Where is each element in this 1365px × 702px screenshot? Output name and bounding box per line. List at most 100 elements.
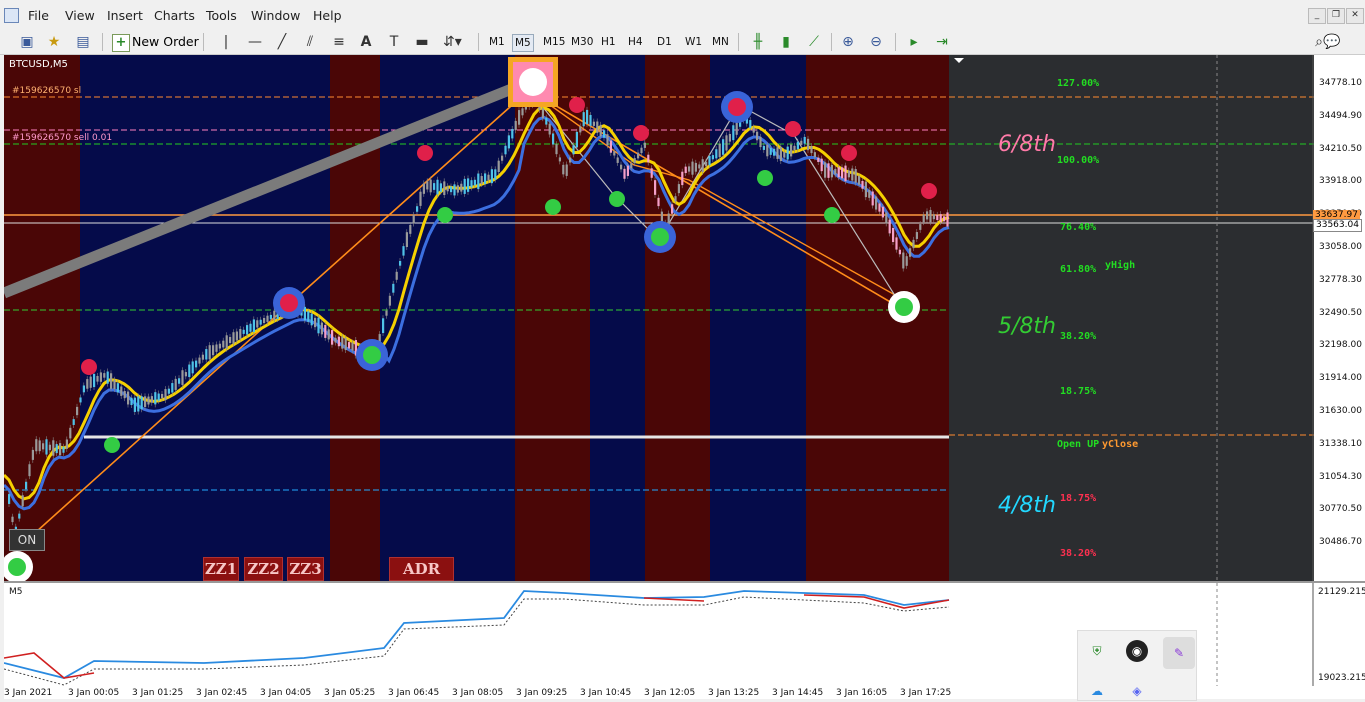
sell-label: #159626570 sell 0.01 xyxy=(12,133,113,143)
menu-file[interactable]: File xyxy=(28,8,49,23)
indicator-label: M5 xyxy=(9,587,23,597)
feather-icon[interactable]: ✎ xyxy=(1163,637,1195,669)
price-axis-label: 34778.10 xyxy=(1319,78,1362,88)
toolbar-separator xyxy=(895,33,896,51)
price-axis-label: 33918.00 xyxy=(1319,176,1362,187)
fib-label-127: 127.00% xyxy=(1057,78,1100,89)
time-axis-label: 3 Jan 01:25 xyxy=(132,688,184,698)
yhigh-label: yHigh xyxy=(1105,260,1136,271)
candlestick-icon[interactable]: ▮ xyxy=(777,33,795,51)
timeframe-w1[interactable]: W1 xyxy=(683,34,704,50)
zoom-out-icon[interactable]: ⊖ xyxy=(867,33,885,51)
new-order-label: New Order xyxy=(132,34,199,49)
eighth-6-label: 6/8th xyxy=(998,132,1056,157)
session-bands xyxy=(4,55,949,582)
timeframe-d1[interactable]: D1 xyxy=(655,34,674,50)
time-axis-label: 3 Jan 16:05 xyxy=(836,688,888,698)
navigator-icon[interactable]: ▤ xyxy=(74,33,92,51)
time-axis-label: 3 Jan 13:25 xyxy=(708,688,760,698)
toolbar-separator xyxy=(831,33,832,51)
bid-price-box: 33563.04 xyxy=(1313,219,1362,232)
price-axis-label: 32198.00 xyxy=(1319,340,1362,351)
shapes-dropdown-icon[interactable]: ⇵▾ xyxy=(443,33,462,51)
trend-line-icon[interactable]: ╱ xyxy=(273,33,291,51)
menu-view[interactable]: View xyxy=(65,8,95,23)
on-button[interactable]: ON xyxy=(9,529,45,551)
timeframe-m1[interactable]: M1 xyxy=(487,34,507,50)
menu-tools[interactable]: Tools xyxy=(206,8,237,23)
price-axis-label: 32778.30 xyxy=(1319,274,1362,285)
price-axis-label: 34210.50 xyxy=(1319,143,1362,154)
toolbar-separator xyxy=(738,33,739,51)
menu-insert[interactable]: Insert xyxy=(107,8,143,23)
toolbar-separator xyxy=(203,33,204,51)
time-axis-label: 3 Jan 00:05 xyxy=(68,688,120,698)
indicator-axis-bottom: 19023.2151 xyxy=(1318,673,1365,683)
new-chart-icon[interactable]: ▣ xyxy=(18,33,36,51)
text-label-icon[interactable]: T xyxy=(385,33,403,51)
minimize-icon[interactable]: _ xyxy=(1308,8,1326,24)
shield-icon[interactable]: ⛨ xyxy=(1086,640,1108,662)
system-tray-popup: ⛨ ◉ ✎ ☁ ◈ xyxy=(1077,630,1197,701)
time-axis-label: 3 Jan 06:45 xyxy=(388,688,440,698)
time-axis-label: 3 Jan 08:05 xyxy=(452,688,504,698)
time-axis-label: 3 Jan 09:25 xyxy=(516,688,568,698)
new-order-button[interactable]: + New Order xyxy=(110,32,201,52)
price-axis-label: 33058.00 xyxy=(1319,242,1362,252)
timeframe-h4[interactable]: H4 xyxy=(626,34,645,50)
zz1-button[interactable]: ZZ1 xyxy=(203,557,239,581)
fib-label-1875: 18.75% xyxy=(1060,386,1097,397)
indicator-axis-top: 21129.2151 xyxy=(1318,587,1365,597)
menu-help[interactable]: Help xyxy=(313,8,342,23)
menu-charts[interactable]: Charts xyxy=(154,8,195,23)
time-axis-label: 3 Jan 05:25 xyxy=(324,688,376,698)
close-icon[interactable]: ✕ xyxy=(1346,8,1364,24)
time-axis-label: 3 Jan 2021 xyxy=(4,688,53,698)
price-axis-label: 31914.00 xyxy=(1319,373,1362,384)
zoom-in-icon[interactable]: ⊕ xyxy=(839,33,857,51)
price-axis-label: 34494.90 xyxy=(1319,110,1362,121)
fibonacci-icon[interactable]: ≡ xyxy=(330,33,348,51)
eighth-5-label: 5/8th xyxy=(998,314,1056,339)
toolbar-separator xyxy=(478,33,479,51)
time-axis-label: 3 Jan 12:05 xyxy=(644,688,696,698)
chat-icon[interactable]: 💬 xyxy=(1323,33,1341,51)
timeframe-mn[interactable]: MN xyxy=(710,34,731,50)
timeframe-m30[interactable]: M30 xyxy=(569,34,595,50)
price-axis-label: 32490.50 xyxy=(1319,307,1362,318)
auto-scroll-icon[interactable]: ▸ xyxy=(905,33,923,51)
price-axis-label: 31630.00 xyxy=(1319,406,1362,416)
peak-marker-dot xyxy=(519,68,547,96)
price-chart[interactable] xyxy=(4,55,1314,582)
cursor-line-icon[interactable]: | xyxy=(217,33,235,51)
line-chart-icon[interactable]: ⟋ xyxy=(805,33,823,51)
fib-label-neg-1875: 18.75% xyxy=(1060,493,1097,504)
horizontal-line-icon[interactable]: — xyxy=(246,33,264,51)
time-axis-label: 3 Jan 04:05 xyxy=(260,688,312,698)
toolbar: ▣ ★ ▤ + New Order | — ╱ ⫽ ≡ A T ▬ ⇵▾ M1 … xyxy=(0,30,1365,79)
restore-icon[interactable]: ❐ xyxy=(1327,8,1345,24)
price-axis-label: 31338.10 xyxy=(1319,438,1362,449)
zz3-button[interactable]: ZZ3 xyxy=(287,557,324,581)
timeframe-h1[interactable]: H1 xyxy=(599,34,618,50)
text-icon[interactable]: A xyxy=(357,33,375,51)
app-tray-icon[interactable]: ◉ xyxy=(1126,640,1148,662)
time-axis-label: 3 Jan 17:25 xyxy=(900,688,952,698)
adr-d1-button[interactable]: ADR D1 xyxy=(389,557,454,600)
profiles-icon[interactable]: ★ xyxy=(45,33,63,51)
timeframe-m15[interactable]: M15 xyxy=(541,34,567,50)
fib-label-764: 76.40% xyxy=(1060,222,1097,233)
symbol-label: BTCUSD,M5 xyxy=(9,59,68,70)
price-axis-label: 30486.70 xyxy=(1319,537,1362,548)
rectangle-icon[interactable]: ▬ xyxy=(413,33,431,51)
timeframe-m5[interactable]: M5 xyxy=(512,34,534,52)
chart-shift-icon[interactable]: ⇥ xyxy=(933,33,951,51)
zz2-button[interactable]: ZZ2 xyxy=(244,557,283,581)
toolbar-separator xyxy=(102,33,103,51)
menu-window[interactable]: Window xyxy=(251,8,300,23)
eighth-4-label: 4/8th xyxy=(998,493,1056,518)
fib-label-618: 61.80% xyxy=(1060,264,1097,275)
bar-chart-icon[interactable]: ╫ xyxy=(749,33,767,51)
time-axis-label: 3 Jan 02:45 xyxy=(196,688,248,698)
equidistant-channel-icon[interactable]: ⫽ xyxy=(301,33,319,51)
